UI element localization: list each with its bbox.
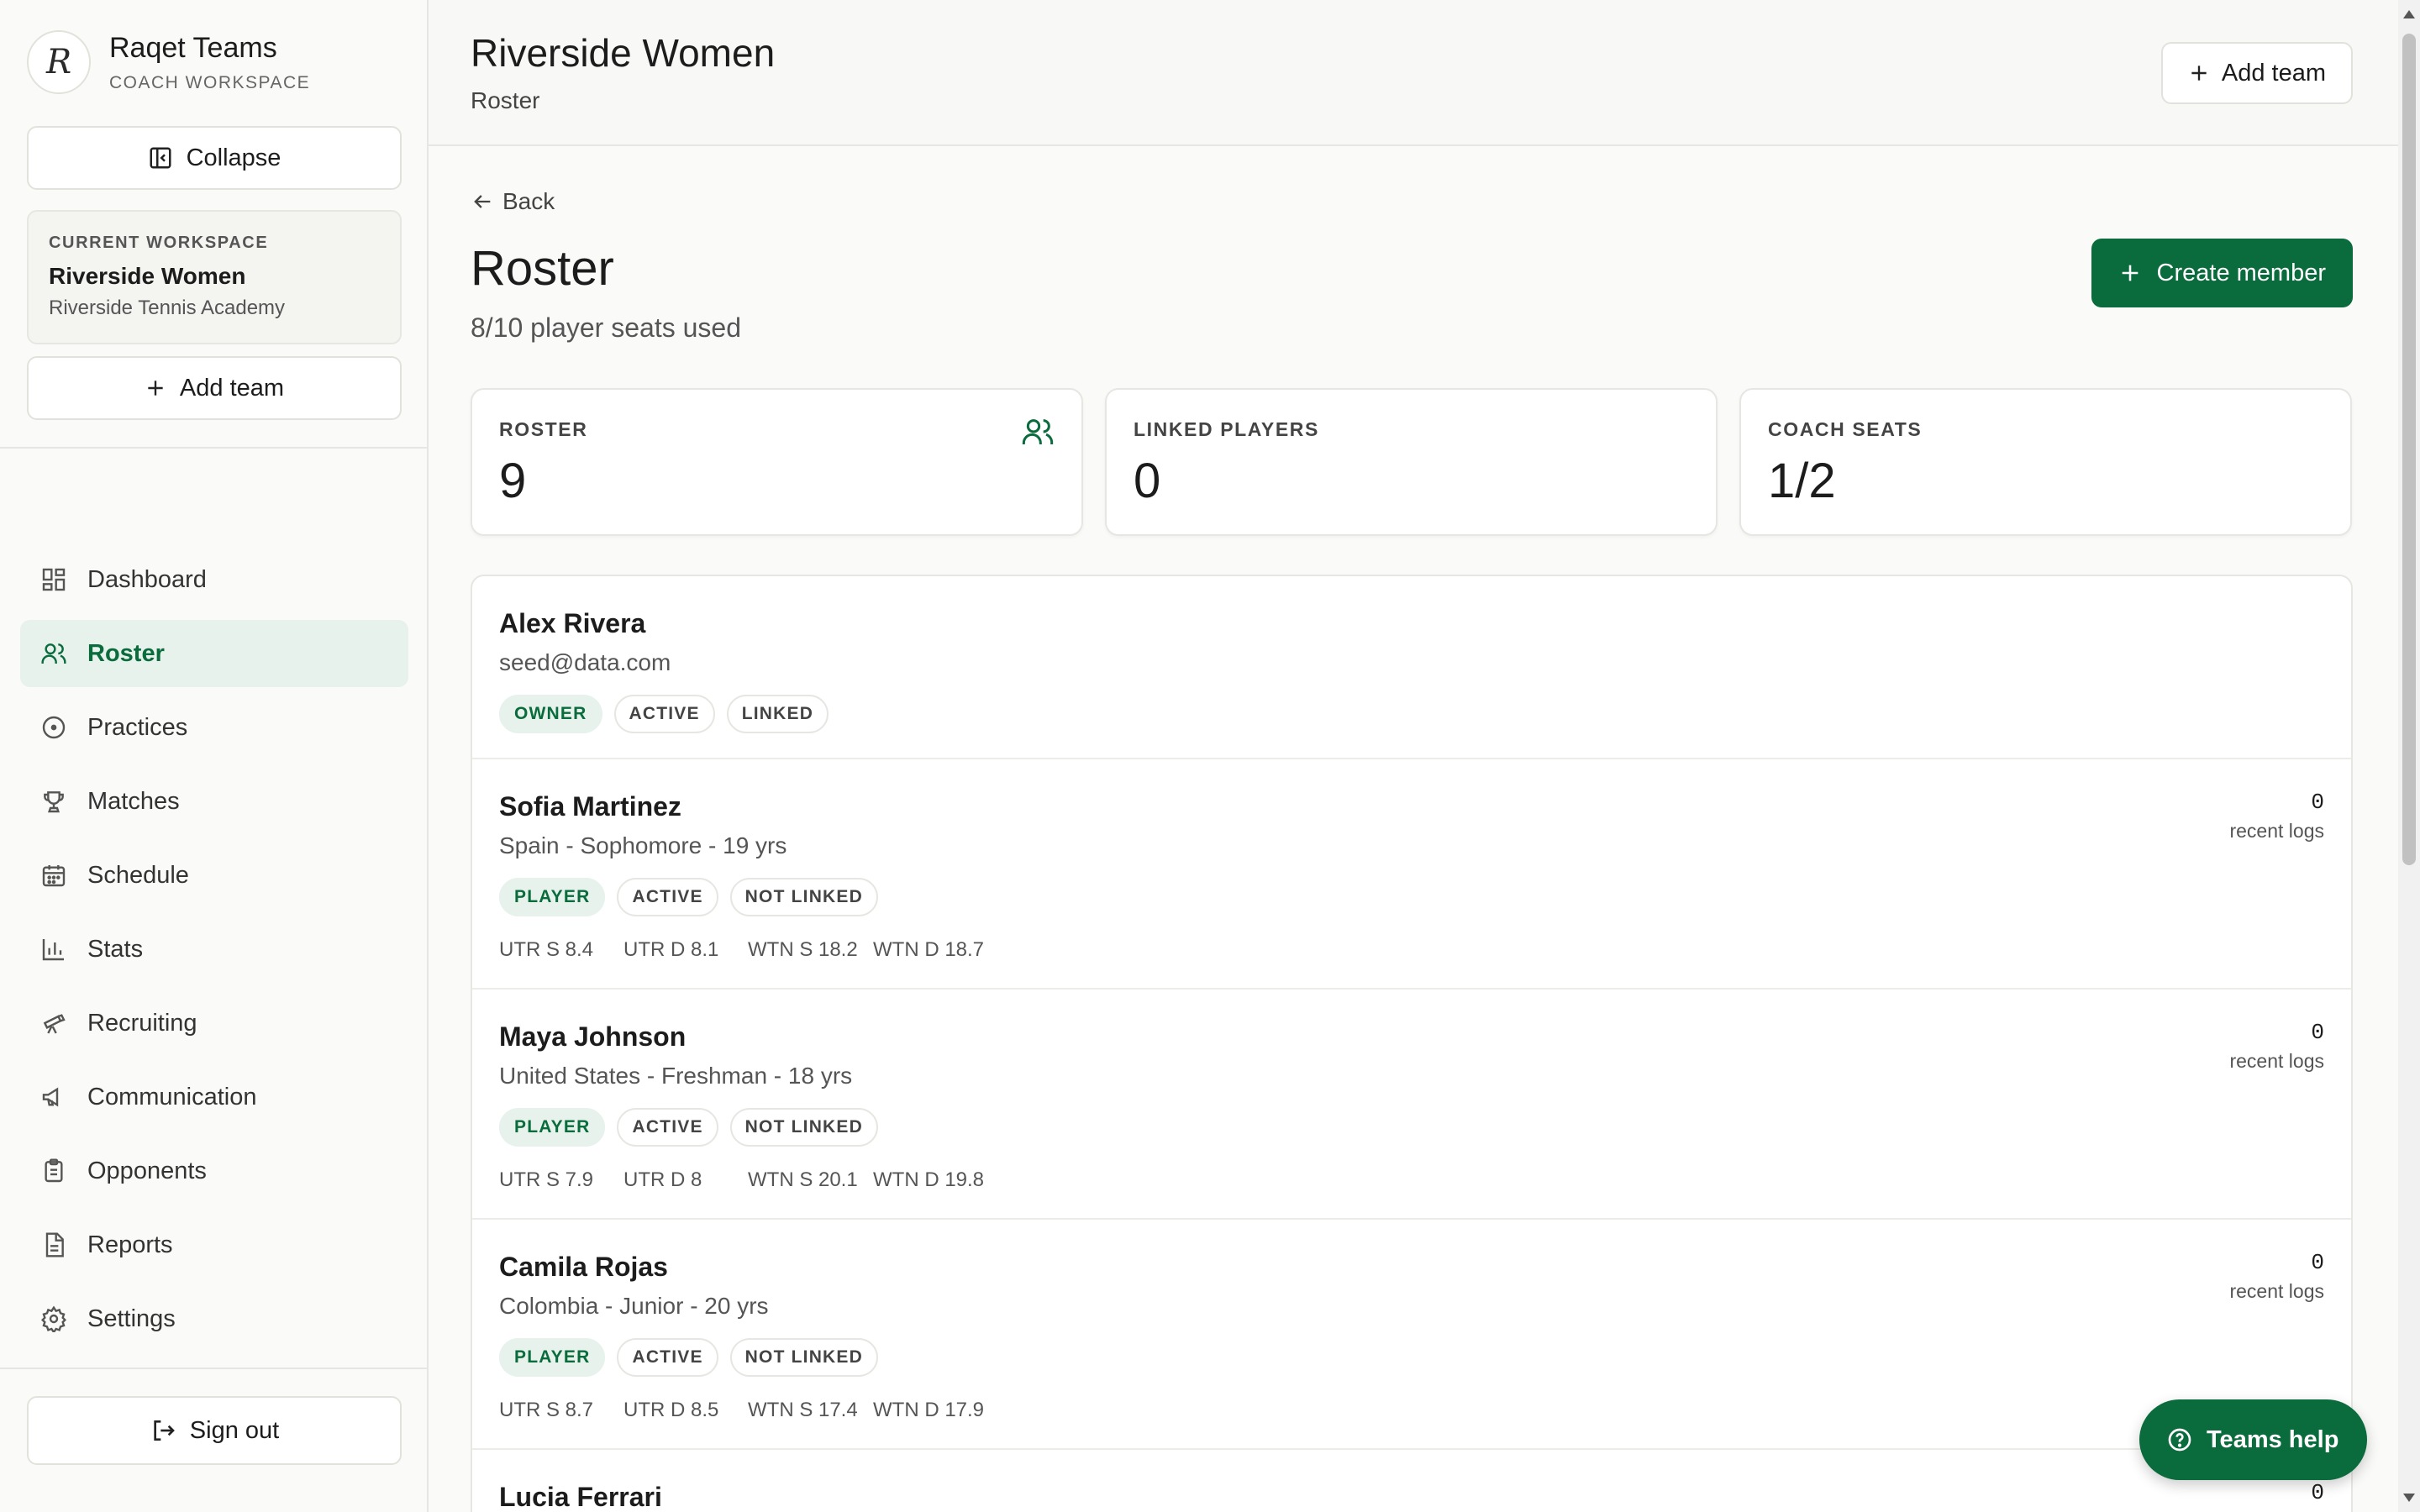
ratings: UTR S 8.4 UTR D 8.1 WTN S 18.2 WTN D 18.…: [499, 938, 985, 961]
sidebar-item-practices[interactable]: Practices: [20, 694, 408, 761]
recent-logs: 0 recent logs: [2229, 1250, 2324, 1302]
page-title: Roster: [471, 241, 614, 296]
sidebar-divider: [0, 1368, 427, 1369]
member-name: Sofia Martinez: [499, 791, 681, 822]
list-item[interactable]: Camila Rojas Colombia - Junior - 20 yrs …: [472, 1220, 2351, 1450]
main-content: Riverside Women Roster Add team Back Ros…: [429, 0, 2420, 1512]
member-name: Maya Johnson: [499, 1021, 687, 1052]
create-member-button[interactable]: Create member: [2091, 239, 2353, 307]
member-email: seed@data.com: [499, 649, 671, 675]
sidebar-item-recruiting[interactable]: Recruiting: [20, 990, 408, 1057]
stat-card-roster: ROSTER 9: [471, 388, 1083, 536]
page-scrollbar[interactable]: [2398, 0, 2420, 1512]
scroll-thumb[interactable]: [2402, 34, 2416, 865]
brand-name: Raqet Teams: [109, 31, 277, 64]
teams-help-button[interactable]: Teams help: [2139, 1399, 2368, 1480]
top-header: Riverside Women Roster Add team: [429, 0, 2420, 146]
sidebar-item-communication[interactable]: Communication: [20, 1063, 408, 1131]
role-badge: PLAYER: [499, 1108, 606, 1147]
recent-logs: 0 recent logs: [2229, 790, 2324, 842]
sidebar-item-dashboard[interactable]: Dashboard: [20, 546, 408, 613]
plus-icon: [2118, 261, 2142, 285]
member-name: Camila Rojas: [499, 1252, 668, 1282]
sidebar-item-stats[interactable]: Stats: [20, 916, 408, 983]
sidebar-item-opponents[interactable]: Opponents: [20, 1137, 408, 1205]
workspace-team: Riverside Women: [49, 263, 246, 289]
list-item[interactable]: Sofia Martinez Spain - Sophomore - 19 yr…: [472, 759, 2351, 990]
arrow-left-icon: [471, 190, 494, 213]
workspace-label: CURRENT WORKSPACE: [49, 234, 269, 252]
stats-row: ROSTER 9 LINKED PLAYERS 0 COACH SEATS 1/…: [471, 388, 2352, 536]
header-subtitle: Roster: [471, 87, 540, 113]
file-icon: [40, 1231, 67, 1258]
member-detail: Spain - Sophomore - 19 yrs: [499, 832, 787, 858]
ratings: UTR S 7.9 UTR D 8 WTN S 20.1 WTN D 19.8: [499, 1168, 985, 1191]
current-workspace-card[interactable]: CURRENT WORKSPACE Riverside Women Rivers…: [27, 210, 402, 344]
plus-icon: [145, 377, 166, 399]
dashboard-icon: [40, 566, 67, 593]
brand-logo: R: [27, 30, 91, 94]
header-add-team-button[interactable]: Add team: [2160, 42, 2353, 104]
link-badge: LINKED: [726, 695, 829, 733]
clipboard-icon: [40, 1158, 67, 1184]
status-badge: ACTIVE: [613, 695, 715, 733]
member-name: Lucia Ferrari: [499, 1482, 662, 1512]
list-item[interactable]: Lucia Ferrari 0: [472, 1450, 2351, 1512]
collapse-button[interactable]: Collapse: [27, 126, 402, 190]
brand-subtitle: COACH WORKSPACE: [109, 72, 311, 92]
gear-icon: [40, 1305, 67, 1332]
status-badge: ACTIVE: [617, 1338, 718, 1377]
brand[interactable]: R Raqet Teams COACH WORKSPACE: [27, 30, 310, 94]
workspace-org: Riverside Tennis Academy: [49, 297, 286, 319]
sidebar-item-reports[interactable]: Reports: [20, 1211, 408, 1278]
link-badge: NOT LINKED: [729, 1108, 878, 1147]
seats-used-text: 8/10 player seats used: [471, 312, 741, 343]
stat-card-coach-seats: COACH SEATS 1/2: [1739, 388, 2352, 536]
stat-card-linked-players: LINKED PLAYERS 0: [1105, 388, 1718, 536]
roster-list: Alex Rivera seed@data.com OWNER ACTIVE L…: [471, 575, 2353, 1512]
users-icon: [1021, 415, 1055, 449]
sidebar-nav: Dashboard Roster Practices Matches Sched…: [20, 546, 408, 1359]
list-item[interactable]: Maya Johnson United States - Freshman - …: [472, 990, 2351, 1220]
users-icon: [40, 640, 67, 667]
member-detail: Colombia - Junior - 20 yrs: [499, 1293, 769, 1319]
help-circle-icon: [2166, 1426, 2193, 1453]
sign-out-icon: [150, 1417, 176, 1444]
list-item[interactable]: Alex Rivera seed@data.com OWNER ACTIVE L…: [472, 576, 2351, 759]
link-badge: NOT LINKED: [729, 1338, 878, 1377]
sidebar-divider: [0, 447, 427, 449]
plus-icon: [2188, 62, 2210, 84]
sidebar-item-schedule[interactable]: Schedule: [20, 842, 408, 909]
role-badge: PLAYER: [499, 1338, 606, 1377]
calendar-icon: [40, 862, 67, 889]
sign-out-button[interactable]: Sign out: [27, 1396, 402, 1465]
member-name: Alex Rivera: [499, 608, 646, 638]
status-badge: ACTIVE: [617, 1108, 718, 1147]
header-title: Riverside Women: [471, 31, 776, 75]
telescope-icon: [40, 1010, 67, 1037]
trophy-icon: [40, 788, 67, 815]
status-badge: ACTIVE: [617, 878, 718, 916]
ratings: UTR S 8.7 UTR D 8.5 WTN S 17.4 WTN D 17.…: [499, 1399, 985, 1421]
member-detail: United States - Freshman - 18 yrs: [499, 1063, 853, 1089]
sidebar-item-settings[interactable]: Settings: [20, 1285, 408, 1352]
scroll-up-arrow[interactable]: [2403, 10, 2415, 18]
recent-logs: 0 recent logs: [2229, 1020, 2324, 1072]
bar-chart-icon: [40, 936, 67, 963]
recent-logs: 0: [2311, 1480, 2324, 1505]
sidebar: R Raqet Teams COACH WORKSPACE Collapse C…: [0, 0, 429, 1512]
megaphone-icon: [40, 1084, 67, 1110]
scroll-down-arrow[interactable]: [2403, 1494, 2415, 1502]
role-badge: OWNER: [499, 695, 602, 733]
sidebar-item-roster[interactable]: Roster: [20, 620, 408, 687]
app-window: R Raqet Teams COACH WORKSPACE Collapse C…: [0, 0, 2420, 1512]
collapse-icon: [148, 145, 173, 171]
target-icon: [40, 714, 67, 741]
sidebar-add-team-button[interactable]: Add team: [27, 356, 402, 420]
back-link[interactable]: Back: [471, 188, 555, 215]
sidebar-item-matches[interactable]: Matches: [20, 768, 408, 835]
link-badge: NOT LINKED: [729, 878, 878, 916]
role-badge: PLAYER: [499, 878, 606, 916]
